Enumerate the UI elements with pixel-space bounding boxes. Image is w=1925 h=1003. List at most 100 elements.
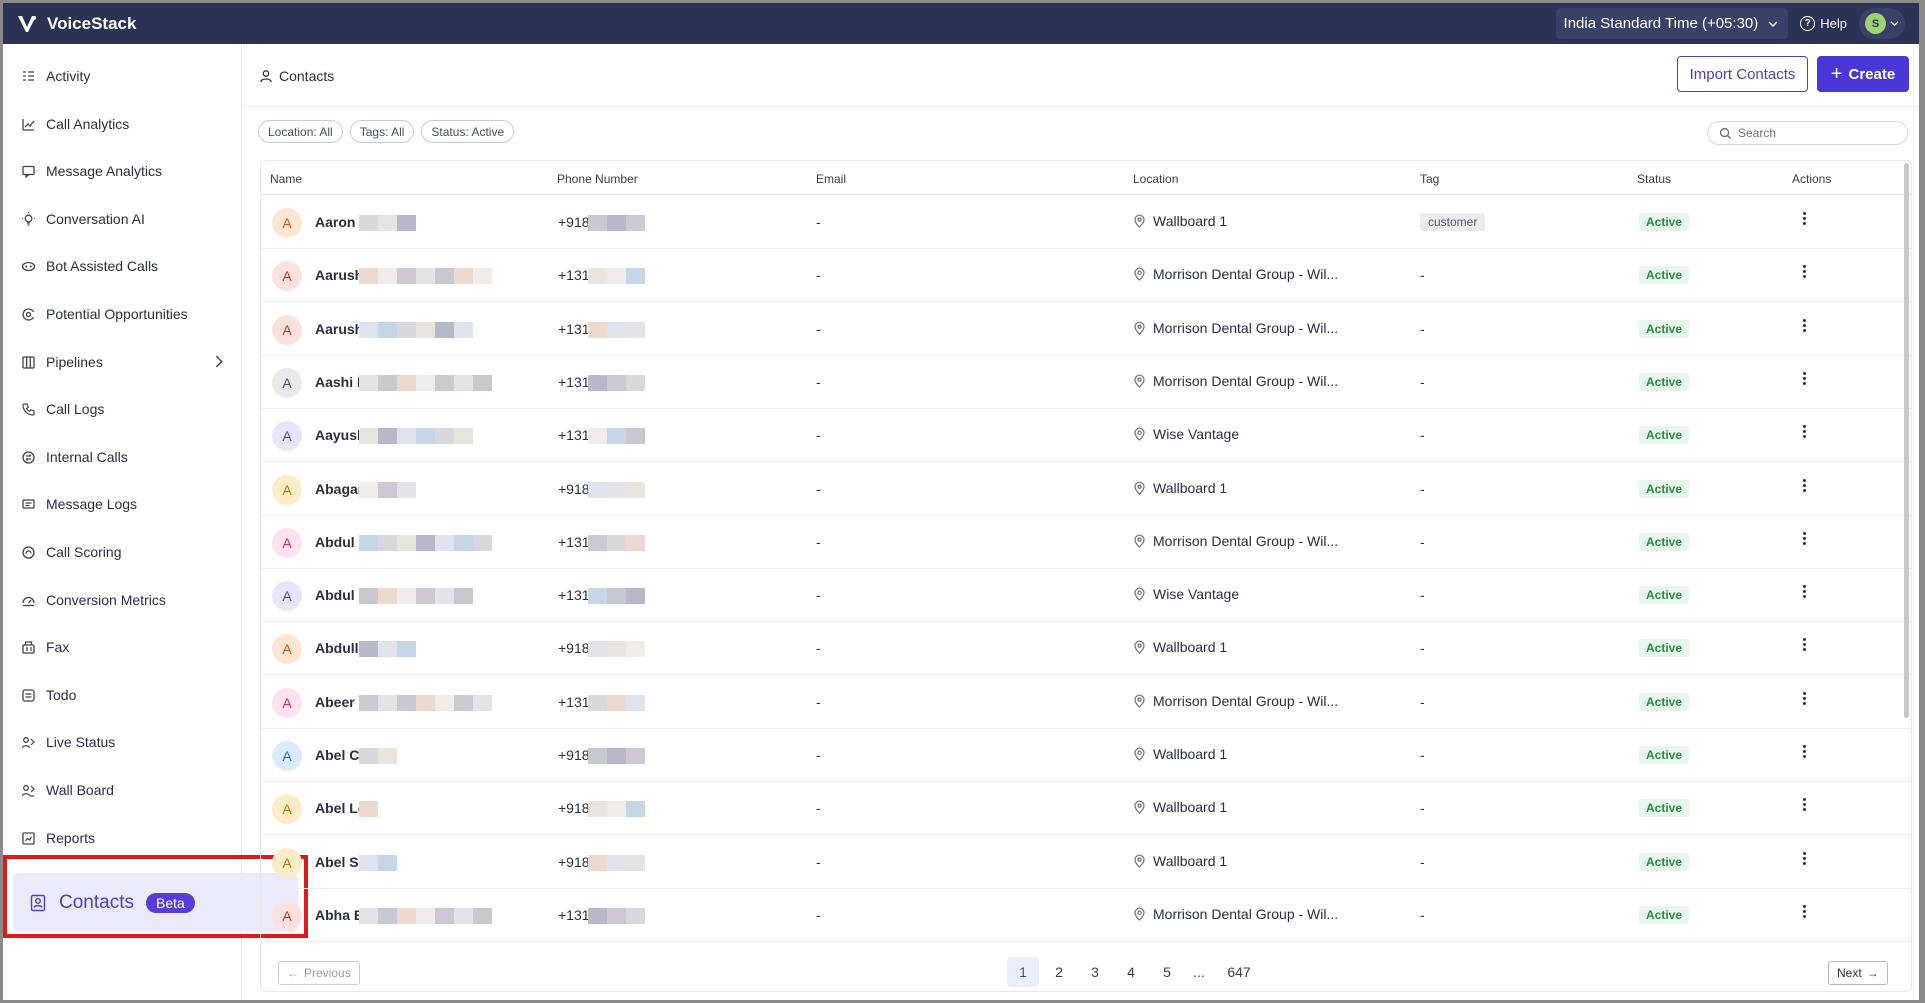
- email-value: -: [816, 267, 821, 284]
- phone-number: +1310: [558, 427, 592, 444]
- table-row[interactable]: A Abel Sp +918- Wallboard 1- Active: [261, 836, 1911, 889]
- redacted-phone: [588, 903, 645, 929]
- page-4-button[interactable]: 4: [1115, 957, 1147, 987]
- sidebar-item-call-logs[interactable]: Call Logs: [21, 397, 226, 421]
- create-button[interactable]: + Create: [1817, 56, 1909, 92]
- tag-value: -: [1420, 640, 1425, 657]
- status-badge: Active: [1639, 266, 1690, 285]
- sidebar-item-message-analytics[interactable]: Message Analytics: [21, 159, 226, 183]
- more-actions-icon[interactable]: [1803, 318, 1806, 332]
- table-row[interactable]: A Abel Lo +918- Wallboard 1- Active: [261, 782, 1911, 836]
- table-row[interactable]: AAashi I+1310-Morrison Dental Group - Wi…: [261, 356, 1911, 409]
- sidebar-item-bot-assisted-calls[interactable]: Bot Assisted Calls: [21, 254, 226, 278]
- sidebar-item-label: Bot Assisted Calls: [46, 258, 159, 274]
- more-actions-icon[interactable]: [1803, 371, 1806, 385]
- chevron-down-icon: [1890, 21, 1899, 27]
- more-actions-icon[interactable]: [1803, 478, 1806, 492]
- search-input[interactable]: Search: [1707, 121, 1908, 145]
- tag-value: -: [1420, 320, 1425, 337]
- sidebar-item-conversation-ai[interactable]: Conversation AI: [21, 207, 226, 231]
- email-value: -: [816, 373, 821, 390]
- more-actions-icon[interactable]: [1803, 531, 1806, 545]
- filter-status[interactable]: Status: Active: [421, 120, 515, 143]
- page-2-button[interactable]: 2: [1043, 957, 1075, 987]
- more-actions-icon[interactable]: [1803, 265, 1806, 279]
- sidebar-item-internal-calls[interactable]: Internal Calls: [21, 445, 226, 469]
- map-pin-icon: [1134, 534, 1145, 548]
- email-value: -: [816, 533, 821, 550]
- more-actions-icon[interactable]: [1803, 212, 1806, 225]
- sidebar-item-pipelines[interactable]: Pipelines: [21, 350, 226, 374]
- scoring-icon: [22, 545, 35, 559]
- phone-number: +918: [558, 214, 590, 230]
- column-header-name[interactable]: Name: [270, 172, 302, 186]
- page-647-button[interactable]: 647: [1219, 957, 1259, 987]
- create-label: Create: [1848, 65, 1896, 83]
- map-pin-icon: [1134, 321, 1145, 335]
- sidebar-item-potential-opportunities[interactable]: Potential Opportunities: [21, 302, 226, 326]
- sidebar-item-todo[interactable]: Todo: [21, 683, 226, 707]
- more-actions-icon[interactable]: [1803, 585, 1806, 599]
- more-actions-icon[interactable]: [1803, 691, 1806, 705]
- more-actions-icon[interactable]: [1803, 904, 1806, 918]
- timezone-select[interactable]: India Standard Time (+05:30): [1555, 8, 1789, 39]
- sidebar-item-message-logs[interactable]: Message Logs: [21, 492, 226, 516]
- redacted-phone: [588, 636, 645, 662]
- column-header-phone[interactable]: Phone Number: [557, 172, 638, 186]
- table-row[interactable]: A Aaron +918- Wallboard 1 customer Active: [261, 196, 1911, 249]
- more-actions-icon[interactable]: [1803, 745, 1806, 758]
- table-row[interactable]: A Abagai +918- Wallboard 1- Active: [261, 463, 1911, 516]
- location-label: Wise Vantage: [1153, 586, 1240, 603]
- map-pin-icon: [1134, 641, 1145, 655]
- sidebar-item-live-status[interactable]: Live Status: [21, 730, 226, 754]
- brand[interactable]: VoiceStack: [3, 12, 136, 36]
- sidebar-item-activity[interactable]: Activity: [21, 64, 226, 88]
- tag-value: -: [1420, 480, 1425, 497]
- sidebar-item-conversion-metrics[interactable]: Conversion Metrics: [21, 588, 226, 612]
- help-button[interactable]: ? Help: [1800, 16, 1847, 31]
- column-header-email[interactable]: Email: [816, 172, 846, 186]
- table-row[interactable]: A Abel C +918- Wallboard 1- Active: [261, 729, 1911, 782]
- avatar: A: [272, 314, 302, 345]
- table-row[interactable]: AAayush+1310-Wise Vantage-Active: [261, 409, 1911, 463]
- filter-tags[interactable]: Tags: All: [349, 120, 415, 143]
- table-row[interactable]: AAbeer+1310-Morrison Dental Group - Wil.…: [261, 676, 1911, 729]
- sidebar-item-call-scoring[interactable]: Call Scoring: [21, 540, 226, 564]
- page-5-button[interactable]: 5: [1151, 957, 1183, 987]
- more-actions-icon[interactable]: [1803, 638, 1806, 652]
- table-row[interactable]: AAarush+1310-Morrison Dental Group - Wil…: [261, 249, 1911, 303]
- table-row[interactable]: AAbdul+1310-Wise Vantage-Active: [261, 569, 1911, 623]
- table-row[interactable]: AAbha E+1310-Morrison Dental Group - Wil…: [261, 889, 1911, 942]
- more-actions-icon[interactable]: [1803, 425, 1806, 439]
- sidebar-item-label: Fax: [46, 639, 70, 655]
- sidebar-item-reports[interactable]: Reports: [21, 826, 226, 850]
- redacted-name: [359, 583, 473, 609]
- location-label: Wallboard 1: [1153, 213, 1228, 229]
- filter-location[interactable]: Location: All: [258, 120, 343, 143]
- sidebar-item-label: Reports: [46, 830, 96, 846]
- table-row[interactable]: A Abdull +918- Wallboard 1- Active: [261, 622, 1911, 676]
- redacted-phone: [588, 743, 645, 769]
- chevron-down-icon: [1768, 21, 1778, 27]
- sidebar-item-call-analytics[interactable]: Call Analytics: [21, 112, 226, 136]
- page-1-button[interactable]: 1: [1007, 957, 1039, 987]
- column-header-tag[interactable]: Tag: [1420, 172, 1439, 186]
- more-actions-icon[interactable]: [1803, 798, 1806, 812]
- more-actions-icon[interactable]: [1803, 851, 1806, 865]
- table-scrollbar[interactable]: [1904, 163, 1909, 718]
- phone-number: +1310: [558, 906, 592, 923]
- table-row[interactable]: AAarush+1310-Morrison Dental Group - Wil…: [261, 303, 1911, 356]
- table-row[interactable]: AAbdul I+1310-Morrison Dental Group - Wi…: [261, 516, 1911, 569]
- page-3-button[interactable]: 3: [1079, 957, 1111, 987]
- previous-page-button[interactable]: ← Previous: [278, 961, 360, 985]
- column-header-status[interactable]: Status: [1637, 172, 1671, 186]
- column-header-location[interactable]: Location: [1133, 172, 1178, 186]
- next-page-button[interactable]: Next →: [1828, 961, 1888, 985]
- sidebar-item-wall-board[interactable]: Wall Board: [21, 778, 226, 802]
- sidebar-item-fax[interactable]: Fax: [21, 635, 226, 659]
- import-contacts-button[interactable]: Import Contacts: [1677, 56, 1808, 92]
- user-menu[interactable]: S: [1859, 8, 1905, 39]
- map-pin-icon: [1134, 907, 1145, 921]
- pagination: ← Previous 1 2 3 4 5... 647 Next →: [261, 951, 1911, 991]
- redacted-name: [359, 743, 397, 769]
